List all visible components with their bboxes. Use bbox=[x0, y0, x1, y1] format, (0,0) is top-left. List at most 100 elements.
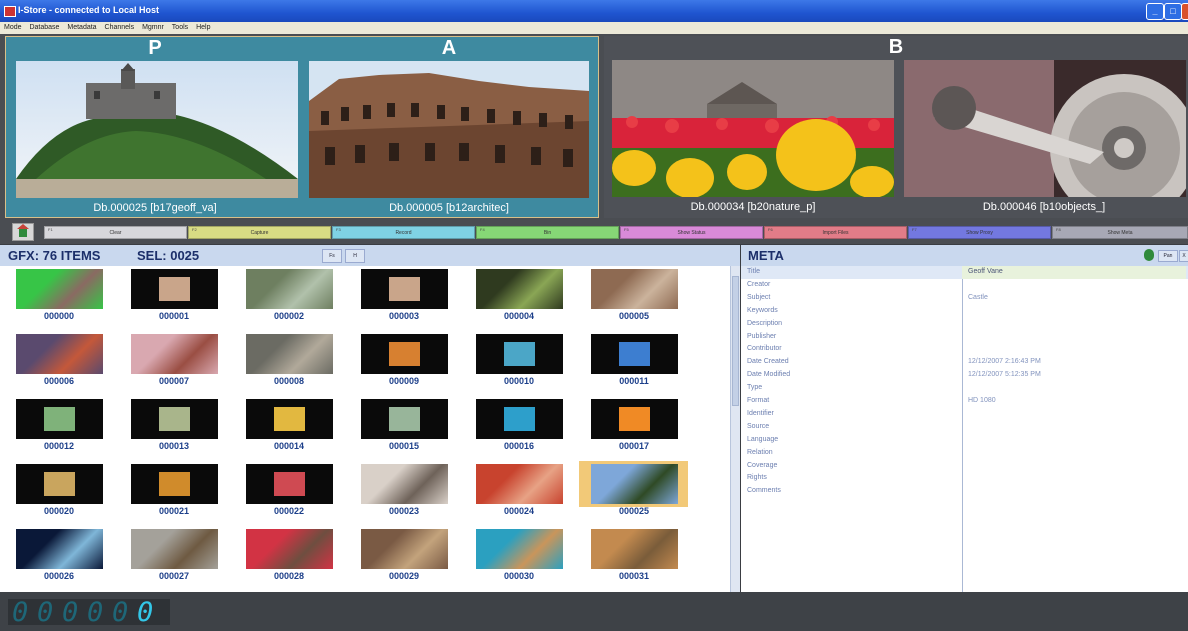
thumbnail-item[interactable]: 000031 bbox=[575, 527, 687, 591]
thumbnail-item[interactable]: 000014 bbox=[230, 397, 342, 461]
meta-row[interactable]: Relation bbox=[741, 447, 1188, 460]
meta-value[interactable]: 12/12/2007 2:16:43 PM bbox=[968, 358, 1041, 365]
timecode-counter: 000000 bbox=[8, 597, 170, 628]
minimize-icon[interactable]: _ bbox=[1146, 3, 1164, 20]
meta-row[interactable]: Keywords bbox=[741, 305, 1188, 318]
meta-row[interactable]: Identifier bbox=[741, 408, 1188, 421]
thumbnail-item[interactable]: 000009 bbox=[345, 332, 457, 396]
thumbnail-item[interactable]: 000021 bbox=[115, 462, 227, 526]
meta-row[interactable]: Title Geoff Vane bbox=[741, 266, 1188, 279]
monitor-p-image[interactable] bbox=[16, 61, 298, 198]
meta-value[interactable]: Castle bbox=[968, 294, 988, 301]
import-files-button[interactable]: F6 Import Files bbox=[764, 226, 907, 239]
thumbnail-label: 000020 bbox=[43, 506, 75, 516]
thumbnail-item[interactable]: 000028 bbox=[230, 527, 342, 591]
menu-database[interactable]: Database bbox=[29, 22, 59, 34]
thumbnail-item[interactable]: 000020 bbox=[0, 462, 112, 526]
thumbnail-item[interactable]: 000001 bbox=[115, 267, 227, 331]
meta-key: Language bbox=[747, 435, 779, 443]
monitor-b-image-2[interactable] bbox=[904, 60, 1186, 197]
thumbnail-item[interactable]: 000026 bbox=[0, 527, 112, 591]
monitor-b-image-1[interactable] bbox=[612, 60, 894, 197]
menu-metadata[interactable]: Metadata bbox=[67, 22, 96, 34]
thumbnail-item[interactable]: 000003 bbox=[345, 267, 457, 331]
meta-row[interactable]: Date Modified 12/12/2007 5:12:35 PM bbox=[741, 369, 1188, 382]
capture-button[interactable]: F2 Capture bbox=[188, 226, 331, 239]
meta-value[interactable]: HD 1080 bbox=[968, 397, 996, 404]
thumbnail-item[interactable]: 000011 bbox=[575, 332, 687, 396]
meta-key: Publisher bbox=[747, 332, 777, 340]
thumbnail-item[interactable]: 000004 bbox=[460, 267, 572, 331]
person-icon[interactable] bbox=[1144, 249, 1154, 261]
close-icon[interactable] bbox=[1181, 3, 1188, 20]
thumbnail-item[interactable]: 000005 bbox=[575, 267, 687, 331]
thumbnail-item[interactable]: 000030 bbox=[460, 527, 572, 591]
thumbnail-item[interactable]: 000008 bbox=[230, 332, 342, 396]
record-button[interactable]: F3 Record bbox=[332, 226, 475, 239]
thumbnail-inset bbox=[389, 407, 420, 431]
thumbnail-item[interactable]: 000024 bbox=[460, 462, 572, 526]
show-proxy-button[interactable]: F7 Show Proxy bbox=[908, 226, 1051, 239]
thumbnail-image bbox=[131, 399, 218, 439]
thumbnail-item[interactable]: 000013 bbox=[115, 397, 227, 461]
meta-row[interactable]: Comments bbox=[741, 485, 1188, 498]
thumbnail-inset bbox=[274, 472, 305, 496]
menu-tools[interactable]: Tools bbox=[172, 22, 188, 34]
thumbnail-label: 000030 bbox=[503, 571, 535, 581]
show-meta-button[interactable]: F8 Show Meta bbox=[1052, 226, 1188, 239]
meta-key: Date Created bbox=[747, 358, 789, 366]
thumbnail-item[interactable]: 000012 bbox=[0, 397, 112, 461]
menu-channels[interactable]: Channels bbox=[105, 22, 135, 34]
home-button[interactable] bbox=[12, 223, 34, 241]
h-button[interactable]: H bbox=[345, 249, 365, 263]
thumbnail-label: 000010 bbox=[503, 376, 535, 386]
fs-button[interactable]: Fs bbox=[322, 249, 342, 263]
menu-mode[interactable]: Mode bbox=[4, 22, 22, 34]
thumbnail-item[interactable]: 000007 bbox=[115, 332, 227, 396]
meta-key: Contributor bbox=[747, 345, 782, 353]
thumbnail-item[interactable]: 000015 bbox=[345, 397, 457, 461]
maximize-icon[interactable]: □ bbox=[1164, 3, 1182, 20]
bin-button[interactable]: F4 Bin bbox=[476, 226, 619, 239]
thumbnail-item[interactable]: 000006 bbox=[0, 332, 112, 396]
meta-row[interactable]: Publisher bbox=[741, 331, 1188, 344]
thumbnail-item[interactable]: 000022 bbox=[230, 462, 342, 526]
clear-button[interactable]: F1 Clear bbox=[44, 226, 187, 239]
gfx-scrollbar-thumb[interactable] bbox=[732, 276, 739, 406]
thumbnail-item[interactable]: 000010 bbox=[460, 332, 572, 396]
thumbnail-image bbox=[131, 334, 218, 374]
meta-close-button[interactable]: X bbox=[1179, 250, 1188, 262]
thumbnail-item[interactable]: 000016 bbox=[460, 397, 572, 461]
thumbnail-item[interactable]: 000000 bbox=[0, 267, 112, 331]
meta-row[interactable]: Description bbox=[741, 318, 1188, 331]
thumbnail-item[interactable]: 000002 bbox=[230, 267, 342, 331]
meta-row[interactable]: Format HD 1080 bbox=[741, 395, 1188, 408]
monitor-a-image[interactable] bbox=[309, 61, 589, 198]
gfx-scrollbar[interactable] bbox=[730, 266, 740, 592]
meta-row[interactable]: Date Created 12/12/2007 2:16:43 PM bbox=[741, 356, 1188, 369]
meta-row[interactable]: Coverage bbox=[741, 460, 1188, 473]
meta-row[interactable]: Language bbox=[741, 434, 1188, 447]
menu-help[interactable]: Help bbox=[196, 22, 210, 34]
thumbnail-item[interactable]: 000023 bbox=[345, 462, 457, 526]
show-proxy-label: Show Proxy bbox=[966, 230, 993, 236]
meta-row[interactable]: Type bbox=[741, 382, 1188, 395]
meta-value[interactable]: 12/12/2007 5:12:35 PM bbox=[968, 371, 1041, 378]
thumbnail-item[interactable]: 000017 bbox=[575, 397, 687, 461]
thumbnail-inset bbox=[389, 277, 420, 301]
meta-value[interactable]: Geoff Vane bbox=[968, 268, 1003, 275]
meta-row[interactable]: Subject Castle bbox=[741, 292, 1188, 305]
thumbnail-label: 000028 bbox=[273, 571, 305, 581]
show-status-button[interactable]: F5 Show Status bbox=[620, 226, 763, 239]
thumbnail-label: 000002 bbox=[273, 311, 305, 321]
thumbnail-item[interactable]: 000029 bbox=[345, 527, 457, 591]
thumbnail-item[interactable]: 000025 bbox=[575, 461, 688, 526]
pan-button[interactable]: Pan bbox=[1158, 250, 1178, 262]
meta-row[interactable]: Rights bbox=[741, 472, 1188, 485]
monitor-b-caption-1: Db.000034 [b20nature_p] bbox=[690, 201, 816, 213]
meta-row[interactable]: Creator bbox=[741, 279, 1188, 292]
thumbnail-item[interactable]: 000027 bbox=[115, 527, 227, 591]
meta-row[interactable]: Contributor bbox=[741, 343, 1188, 356]
menu-mgmnr[interactable]: Mgmnr bbox=[142, 22, 164, 34]
meta-row[interactable]: Source bbox=[741, 421, 1188, 434]
